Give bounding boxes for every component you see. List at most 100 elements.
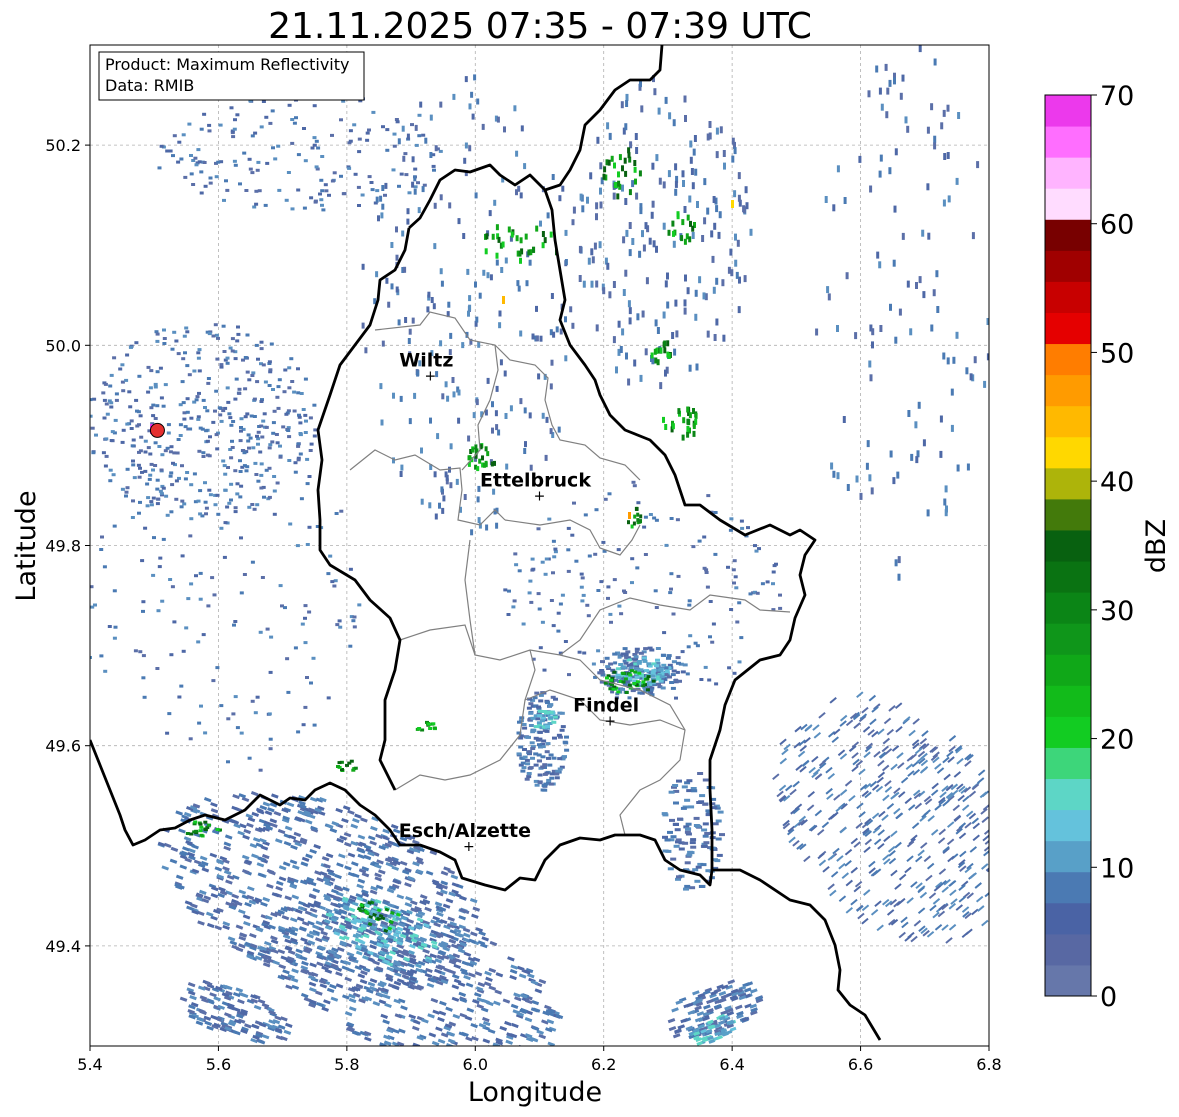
echo-cell — [737, 172, 741, 180]
echo-cell — [114, 398, 119, 402]
echo-cell — [339, 509, 344, 513]
echo-cell — [276, 406, 281, 410]
echo-cell — [395, 226, 398, 233]
echo-cell — [579, 585, 584, 589]
echo-cell — [199, 825, 204, 829]
echo-cell — [572, 206, 576, 214]
echo-cell — [1003, 868, 1010, 875]
echo-cell — [578, 245, 582, 253]
echo-cell — [832, 470, 836, 478]
echo-cell — [303, 705, 308, 709]
echo-cell — [219, 419, 224, 423]
echo-cell — [166, 423, 171, 427]
echo-cell — [734, 259, 738, 267]
echo-cell — [151, 573, 156, 577]
x-tick-label: 6.0 — [463, 1055, 488, 1074]
echo-cell — [634, 178, 637, 185]
echo-cell — [414, 143, 419, 147]
echo-cell — [277, 378, 282, 382]
echo-cell — [643, 553, 648, 556]
echo-cell — [199, 833, 204, 837]
echo-cell — [321, 208, 326, 212]
echo-cell — [113, 625, 118, 629]
echo-cell — [287, 459, 292, 462]
echo-cell — [612, 578, 617, 582]
echo-cell — [672, 240, 676, 248]
echo-cell — [544, 750, 550, 754]
echo-cell — [289, 357, 294, 361]
echo-cell — [278, 444, 282, 448]
echo-cell — [283, 606, 287, 610]
echo-cell — [156, 497, 161, 501]
echo-cell — [731, 568, 736, 572]
echo-cell — [733, 575, 738, 579]
echo-cell — [952, 356, 956, 364]
echo-cell — [684, 830, 691, 834]
echo-cell — [667, 353, 671, 359]
echo-cell — [124, 490, 129, 494]
echo-cell — [326, 696, 331, 700]
echo-cell — [129, 345, 133, 349]
echo-cell — [249, 414, 254, 418]
echo-cell — [194, 829, 199, 833]
echo-cell — [242, 573, 247, 576]
echo-cell — [525, 762, 531, 766]
echo-cell — [308, 449, 313, 452]
echo-cell — [971, 232, 975, 240]
echo-cell — [906, 280, 910, 288]
echo-cell — [619, 346, 623, 353]
place-marker: + — [604, 714, 616, 730]
echo-cell — [395, 286, 399, 293]
echo-cell — [134, 341, 139, 345]
echo-cell — [535, 225, 539, 232]
echo-cell — [933, 135, 937, 143]
echo-cell — [715, 127, 719, 135]
echo-cell — [140, 559, 145, 563]
echo-cell — [216, 336, 220, 340]
echo-cell — [486, 272, 490, 279]
echo-cell — [262, 412, 267, 416]
echo-cell — [298, 421, 303, 425]
echo-cell — [544, 711, 549, 715]
echo-cell — [689, 140, 693, 148]
echo-cell — [464, 142, 468, 149]
echo-cell — [189, 483, 194, 487]
echo-cell — [476, 496, 480, 503]
echo-cell — [335, 623, 340, 627]
echo-cell — [904, 116, 908, 124]
echo-cell — [528, 711, 534, 715]
echo-cell — [155, 502, 160, 506]
echo-cell — [326, 572, 331, 576]
echo-cell — [524, 758, 530, 762]
echo-cell — [337, 619, 342, 623]
echo-cell — [915, 456, 919, 464]
echo-cell — [686, 425, 690, 432]
echo-cell — [668, 790, 675, 794]
colorbar-segment — [1045, 219, 1091, 251]
colorbar-segment — [1045, 436, 1091, 469]
echo-cell — [694, 289, 698, 297]
echo-cell — [664, 424, 668, 430]
echo-cell — [661, 663, 667, 667]
echo-cell — [131, 499, 135, 503]
echo-cell — [623, 677, 628, 681]
echo-cell — [897, 556, 901, 564]
echo-cell — [134, 398, 139, 402]
echo-cell — [634, 647, 640, 651]
echo-cell — [711, 255, 715, 263]
echo-cell — [434, 513, 438, 520]
echo-cell — [942, 199, 946, 207]
echo-cell — [723, 162, 726, 170]
echo-cell — [612, 336, 616, 344]
echo-cell — [100, 535, 104, 539]
echo-cell — [550, 293, 554, 299]
echo-cell — [721, 279, 725, 287]
echo-cell — [602, 173, 606, 180]
echo-cell — [284, 198, 289, 202]
echo-cell — [893, 77, 896, 85]
echo-cell — [627, 520, 630, 525]
echo-cell — [254, 473, 259, 476]
echo-cell — [445, 474, 449, 481]
echo-cell — [865, 462, 869, 470]
echo-cell — [564, 229, 568, 236]
